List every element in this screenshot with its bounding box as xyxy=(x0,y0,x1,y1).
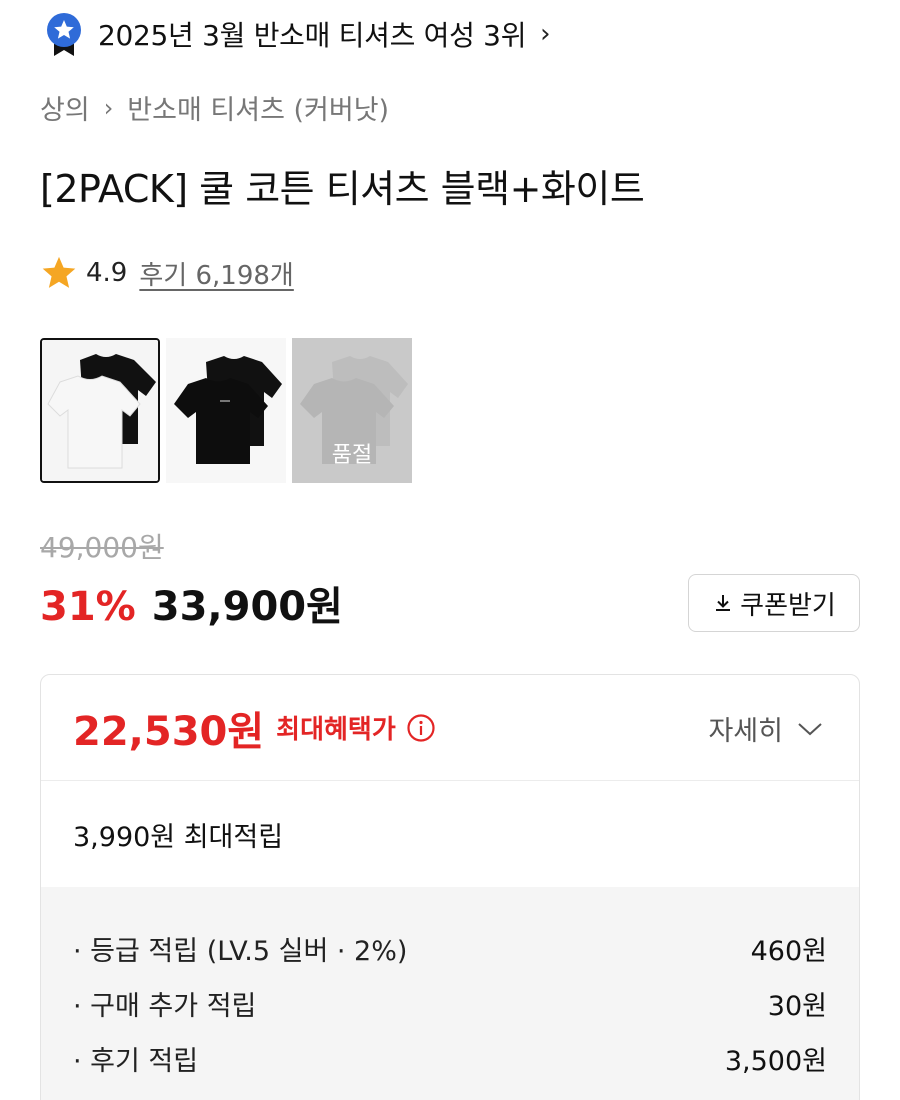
rating-row: 4.9 후기 6,198개 xyxy=(40,254,294,292)
discount-rate: 31% xyxy=(40,584,136,630)
star-icon xyxy=(42,256,76,288)
point-item-grade: · 등급 적립 (LV.5 실버 · 2%) 460원 xyxy=(73,921,827,976)
point-item-amount: 30원 xyxy=(767,991,827,1022)
point-item-label: · 등급 적립 (LV.5 실버 · 2%) xyxy=(73,936,408,967)
breadcrumb: 상의 › 반소매 티셔츠 (커버낫) xyxy=(40,88,389,127)
max-benefit-label: 최대혜택가 xyxy=(276,715,396,745)
ranking-badge-icon xyxy=(47,13,81,56)
ranking-banner[interactable]: 2025년 3월 반소매 티셔츠 여성 3위 › xyxy=(44,10,551,58)
point-item-label: · 후기 적립 xyxy=(73,1046,199,1077)
rating-score: 4.9 xyxy=(86,258,128,288)
download-icon xyxy=(716,595,731,611)
coupon-button-label: 쿠폰받기 xyxy=(740,590,836,621)
point-item-review: · 후기 적립 3,500원 xyxy=(73,1031,827,1086)
color-option-gray-soldout[interactable]: 품절 xyxy=(292,338,412,483)
tshirt-image xyxy=(42,340,158,481)
point-item-purchase: · 구매 추가 적립 30원 xyxy=(73,976,827,1031)
point-item-label: · 구매 추가 적립 xyxy=(73,991,257,1022)
review-count-link[interactable]: 후기 6,198개 xyxy=(139,255,293,292)
info-icon[interactable] xyxy=(406,713,436,743)
points-breakdown: · 등급 적립 (LV.5 실버 · 2%) 460원 · 구매 추가 적립 3… xyxy=(41,887,859,1100)
detail-toggle[interactable]: 자세히 xyxy=(708,709,823,748)
breadcrumb-item-subcategory[interactable]: 반소매 티셔츠 (커버낫) xyxy=(127,88,389,127)
color-options: 품절 xyxy=(40,338,412,483)
chevron-right-icon: › xyxy=(540,19,551,49)
point-item-amount: 3,500원 xyxy=(724,1046,827,1077)
product-title: [2PACK] 쿨 코튼 티셔츠 블랙+화이트 xyxy=(40,167,645,211)
breadcrumb-item-category[interactable]: 상의 xyxy=(40,88,90,127)
chevron-right-icon: › xyxy=(103,93,114,122)
max-benefit-header: 22,530원 최대혜택가 자세히 xyxy=(41,675,859,781)
color-option-black-black[interactable] xyxy=(166,338,286,483)
detail-toggle-label: 자세히 xyxy=(708,716,783,747)
points-total: 3,990원 최대적립 xyxy=(73,821,284,853)
tshirt-image xyxy=(166,338,286,483)
max-benefit-price: 22,530원 xyxy=(73,708,265,755)
coupon-button[interactable]: 쿠폰받기 xyxy=(688,574,860,632)
color-option-black-white[interactable] xyxy=(40,338,160,483)
point-item-amount: 460원 xyxy=(750,936,827,967)
sale-price: 33,900원 xyxy=(151,584,343,630)
price-row: 31% 33,900원 xyxy=(40,574,343,632)
ranking-text: 2025년 3월 반소매 티셔츠 여성 3위 xyxy=(98,19,527,52)
chevron-down-icon xyxy=(798,722,822,735)
original-price: 49,000원 xyxy=(40,531,164,564)
soldout-label: 품절 xyxy=(331,443,373,468)
benefit-card: 22,530원 최대혜택가 자세히 3,990원 최대적립 · 등급 적립 (L… xyxy=(40,674,860,1100)
